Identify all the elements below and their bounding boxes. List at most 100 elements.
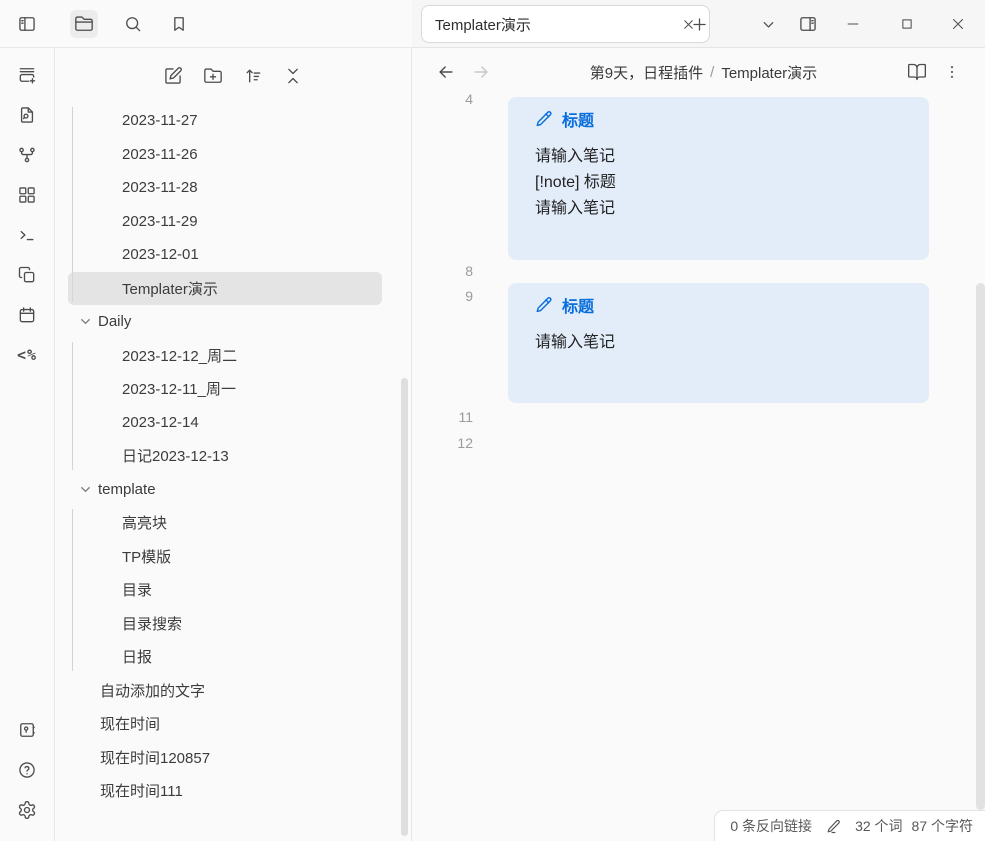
card-plus-icon: [17, 65, 37, 85]
new-note-icon: [163, 66, 183, 86]
tree-item-label: 目录: [122, 579, 152, 600]
tree-item[interactable]: 2023-11-26: [68, 138, 382, 172]
terminal-button[interactable]: [13, 221, 41, 249]
tab-search[interactable]: [119, 10, 147, 38]
tree-folder-label: template: [98, 481, 156, 498]
tree-item[interactable]: 2023-12-14: [68, 406, 382, 440]
note-callout[interactable]: 标题 请输入笔记: [508, 283, 929, 403]
new-card-button[interactable]: [13, 61, 41, 89]
tree-item[interactable]: 目录搜索: [68, 607, 382, 641]
char-count: 87 个字符: [912, 816, 973, 836]
maximize-icon: [898, 15, 916, 33]
new-folder-button[interactable]: [199, 62, 227, 90]
panel-left-icon: [17, 14, 37, 34]
tree-item[interactable]: 自动添加的文字: [68, 674, 382, 708]
breadcrumb-file[interactable]: Templater演示: [721, 62, 817, 83]
arrow-right-icon: [471, 62, 491, 82]
navigate-forward-button[interactable]: [467, 58, 495, 86]
note-callout[interactable]: 标题 请输入笔记 [!note] 标题 请输入笔记: [508, 97, 929, 260]
gear-icon: [17, 800, 37, 820]
tree-item[interactable]: 现在时间111: [68, 774, 382, 808]
toggle-right-sidebar-button[interactable]: [794, 10, 822, 38]
window-close-button[interactable]: [944, 10, 972, 38]
new-note-button[interactable]: [159, 62, 187, 90]
copy-button[interactable]: [13, 261, 41, 289]
search-icon: [123, 14, 143, 34]
tree-item-label: 自动添加的文字: [100, 680, 205, 701]
callout-title: 标题: [535, 107, 909, 131]
toggle-left-sidebar-button[interactable]: [13, 10, 41, 38]
chevron-down-icon: [78, 314, 93, 329]
arrow-left-icon: [436, 62, 456, 82]
window-minimize-button[interactable]: [839, 10, 867, 38]
tree-item[interactable]: 日记2023-12-13: [68, 439, 382, 473]
reading-mode-button[interactable]: [903, 58, 931, 86]
graph-view-button[interactable]: [13, 141, 41, 169]
callout-title: 标题: [535, 293, 909, 317]
tab-active[interactable]: Templater演示: [421, 5, 710, 43]
tree-item[interactable]: 目录: [68, 573, 382, 607]
ribbon: <%: [0, 48, 55, 841]
callout-body[interactable]: 请输入笔记: [535, 330, 909, 356]
grid-icon: [17, 185, 37, 205]
collapse-all-icon: [283, 66, 303, 86]
edit-mode-pencil-icon[interactable]: [825, 818, 842, 835]
editor-pane[interactable]: 第9天，日程插件 / Templater演示 4 8 9 11 12 标题 请输…: [412, 48, 985, 841]
tree-item[interactable]: 2023-12-11_周一: [68, 372, 382, 406]
tree-item-label: 日记2023-12-13: [122, 445, 229, 466]
tree-item[interactable]: 2023-12-01: [68, 238, 382, 272]
editor-scrollbar[interactable]: [976, 283, 985, 810]
backlinks-count[interactable]: 0 条反向链接: [730, 816, 812, 836]
callout-body[interactable]: 请输入笔记 [!note] 标题 请输入笔记: [535, 144, 909, 222]
line-number: 4: [412, 91, 473, 107]
tree-folder-label: Daily: [98, 313, 131, 330]
templater-button[interactable]: <%: [13, 341, 41, 369]
tree-group: 2023-11-27 2023-11-26 2023-11-28 2023-11…: [55, 104, 411, 305]
file-explorer-pane: 2023-11-27 2023-11-26 2023-11-28 2023-11…: [55, 48, 412, 841]
tree-item[interactable]: 2023-11-28: [68, 171, 382, 205]
tree-item[interactable]: 2023-12-12_周二: [68, 339, 382, 373]
tab-strip: Templater演示: [412, 0, 985, 48]
word-count: 32 个词: [855, 816, 902, 836]
navigate-back-button[interactable]: [432, 58, 460, 86]
tree-folder-daily[interactable]: Daily: [68, 305, 382, 339]
help-button[interactable]: [13, 756, 41, 784]
vault-switcher-button[interactable]: [13, 716, 41, 744]
sort-order-button[interactable]: [239, 62, 267, 90]
graph-icon: [17, 145, 37, 165]
tree-item[interactable]: 现在时间: [68, 707, 382, 741]
tree-item[interactable]: 2023-11-29: [68, 205, 382, 239]
sidebar-scrollbar[interactable]: [401, 378, 408, 836]
tree-item[interactable]: 日报: [68, 640, 382, 674]
line-number: 11: [412, 409, 473, 425]
status-bar: 0 条反向链接 32 个词 87 个字符: [714, 810, 985, 841]
new-tab-button[interactable]: [685, 10, 713, 38]
window-maximize-button[interactable]: [893, 10, 921, 38]
quick-switcher-button[interactable]: [13, 101, 41, 129]
tree-item-selected[interactable]: Templater演示: [68, 272, 382, 306]
left-sidebar-header: [0, 0, 412, 48]
tab-title: Templater演示: [435, 14, 677, 35]
tree-item[interactable]: TP模版: [68, 540, 382, 574]
tree-item[interactable]: 现在时间120857: [68, 741, 382, 775]
tree-item-label: 日报: [122, 646, 152, 667]
components-button[interactable]: [13, 181, 41, 209]
tree-folder-template[interactable]: template: [68, 473, 382, 507]
chevron-down-icon: [760, 16, 777, 33]
calendar-button[interactable]: [13, 301, 41, 329]
breadcrumb-folder[interactable]: 第9天，日程插件: [590, 62, 703, 83]
templater-icon: <%: [17, 346, 37, 364]
folder-icon: [74, 14, 94, 34]
tree-item[interactable]: 高亮块: [68, 506, 382, 540]
settings-button[interactable]: [13, 796, 41, 824]
collapse-all-button[interactable]: [279, 62, 307, 90]
breadcrumb: 第9天，日程插件 / Templater演示: [512, 48, 895, 97]
tree-item-label: 2023-12-11_周一: [122, 378, 236, 399]
tree-item[interactable]: 2023-11-27: [68, 104, 382, 138]
tab-file-explorer[interactable]: [70, 10, 98, 38]
tab-bookmarks[interactable]: [165, 10, 193, 38]
tree-item-label: 2023-11-26: [122, 146, 198, 163]
copy-icon: [17, 265, 37, 285]
tab-list-button[interactable]: [754, 10, 782, 38]
more-options-button[interactable]: [938, 58, 966, 86]
